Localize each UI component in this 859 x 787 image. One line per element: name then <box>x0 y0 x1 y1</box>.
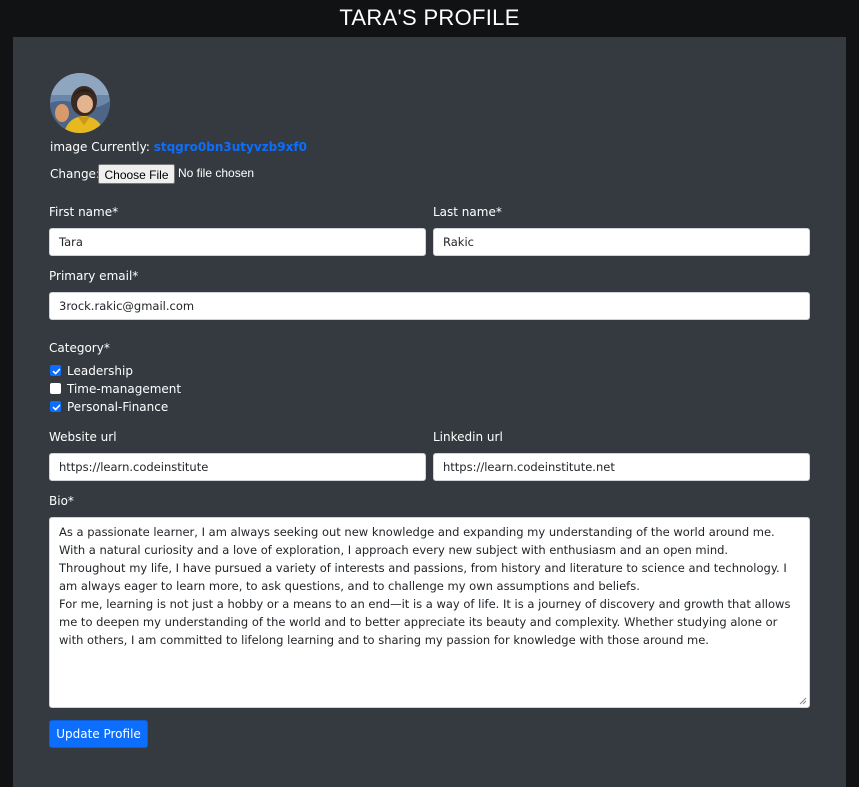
change-label: Change: <box>50 167 100 181</box>
bio-paragraph: As a passionate learner, I am always see… <box>59 525 775 557</box>
first-name-label: First name* <box>49 205 119 219</box>
email-input[interactable]: 3rock.rakic@gmail.com <box>49 292 810 320</box>
last-name-label: Last name* <box>433 205 502 219</box>
checkbox-label-leadership: Leadership <box>67 364 133 378</box>
checkbox-personal-finance[interactable] <box>50 401 61 412</box>
profile-avatar <box>50 73 110 133</box>
bio-textarea[interactable]: As a passionate learner, I am always see… <box>49 517 810 708</box>
choose-file-button[interactable]: Choose File <box>98 164 175 184</box>
category-label: Category* <box>49 341 110 355</box>
checkbox-label-personal-finance: Personal-Finance <box>67 400 169 414</box>
last-name-input[interactable]: Rakic <box>433 228 810 256</box>
website-url-label: Website url <box>49 430 117 444</box>
check-icon <box>52 368 61 375</box>
website-url-input[interactable]: https://learn.codeinstitute <box>49 453 426 481</box>
update-profile-button[interactable]: Update Profile <box>49 720 148 748</box>
linkedin-url-input[interactable]: https://learn.codeinstitute.net <box>433 453 810 481</box>
checkbox-label-time-management: Time-management <box>67 382 182 396</box>
bio-paragraph: Throughout my life, I have pursued a var… <box>59 561 787 593</box>
linkedin-url-label: Linkedin url <box>433 430 503 444</box>
avatar-photo-icon <box>50 73 110 133</box>
email-label: Primary email* <box>49 269 139 283</box>
checkbox-time-management[interactable] <box>50 383 61 394</box>
image-current-label: image Currently: <box>50 140 150 154</box>
check-icon <box>52 404 61 411</box>
first-name-input[interactable]: Tara <box>49 228 426 256</box>
resize-grip-icon[interactable] <box>799 697 807 705</box>
image-current-row: image Currently: stqgro0bn3utyvzb9xf0 <box>50 140 307 154</box>
bio-paragraph: For me, learning is not just a hobby or … <box>59 597 791 647</box>
checkbox-leadership[interactable] <box>50 365 61 376</box>
file-status-text: No file chosen <box>178 166 255 180</box>
bio-label: Bio* <box>49 494 74 508</box>
page-title: TARA'S PROFILE <box>339 5 520 30</box>
current-image-link[interactable]: stqgro0bn3utyvzb9xf0 <box>154 140 307 154</box>
profile-form-panel: image Currently: stqgro0bn3utyvzb9xf0 Ch… <box>13 37 846 787</box>
